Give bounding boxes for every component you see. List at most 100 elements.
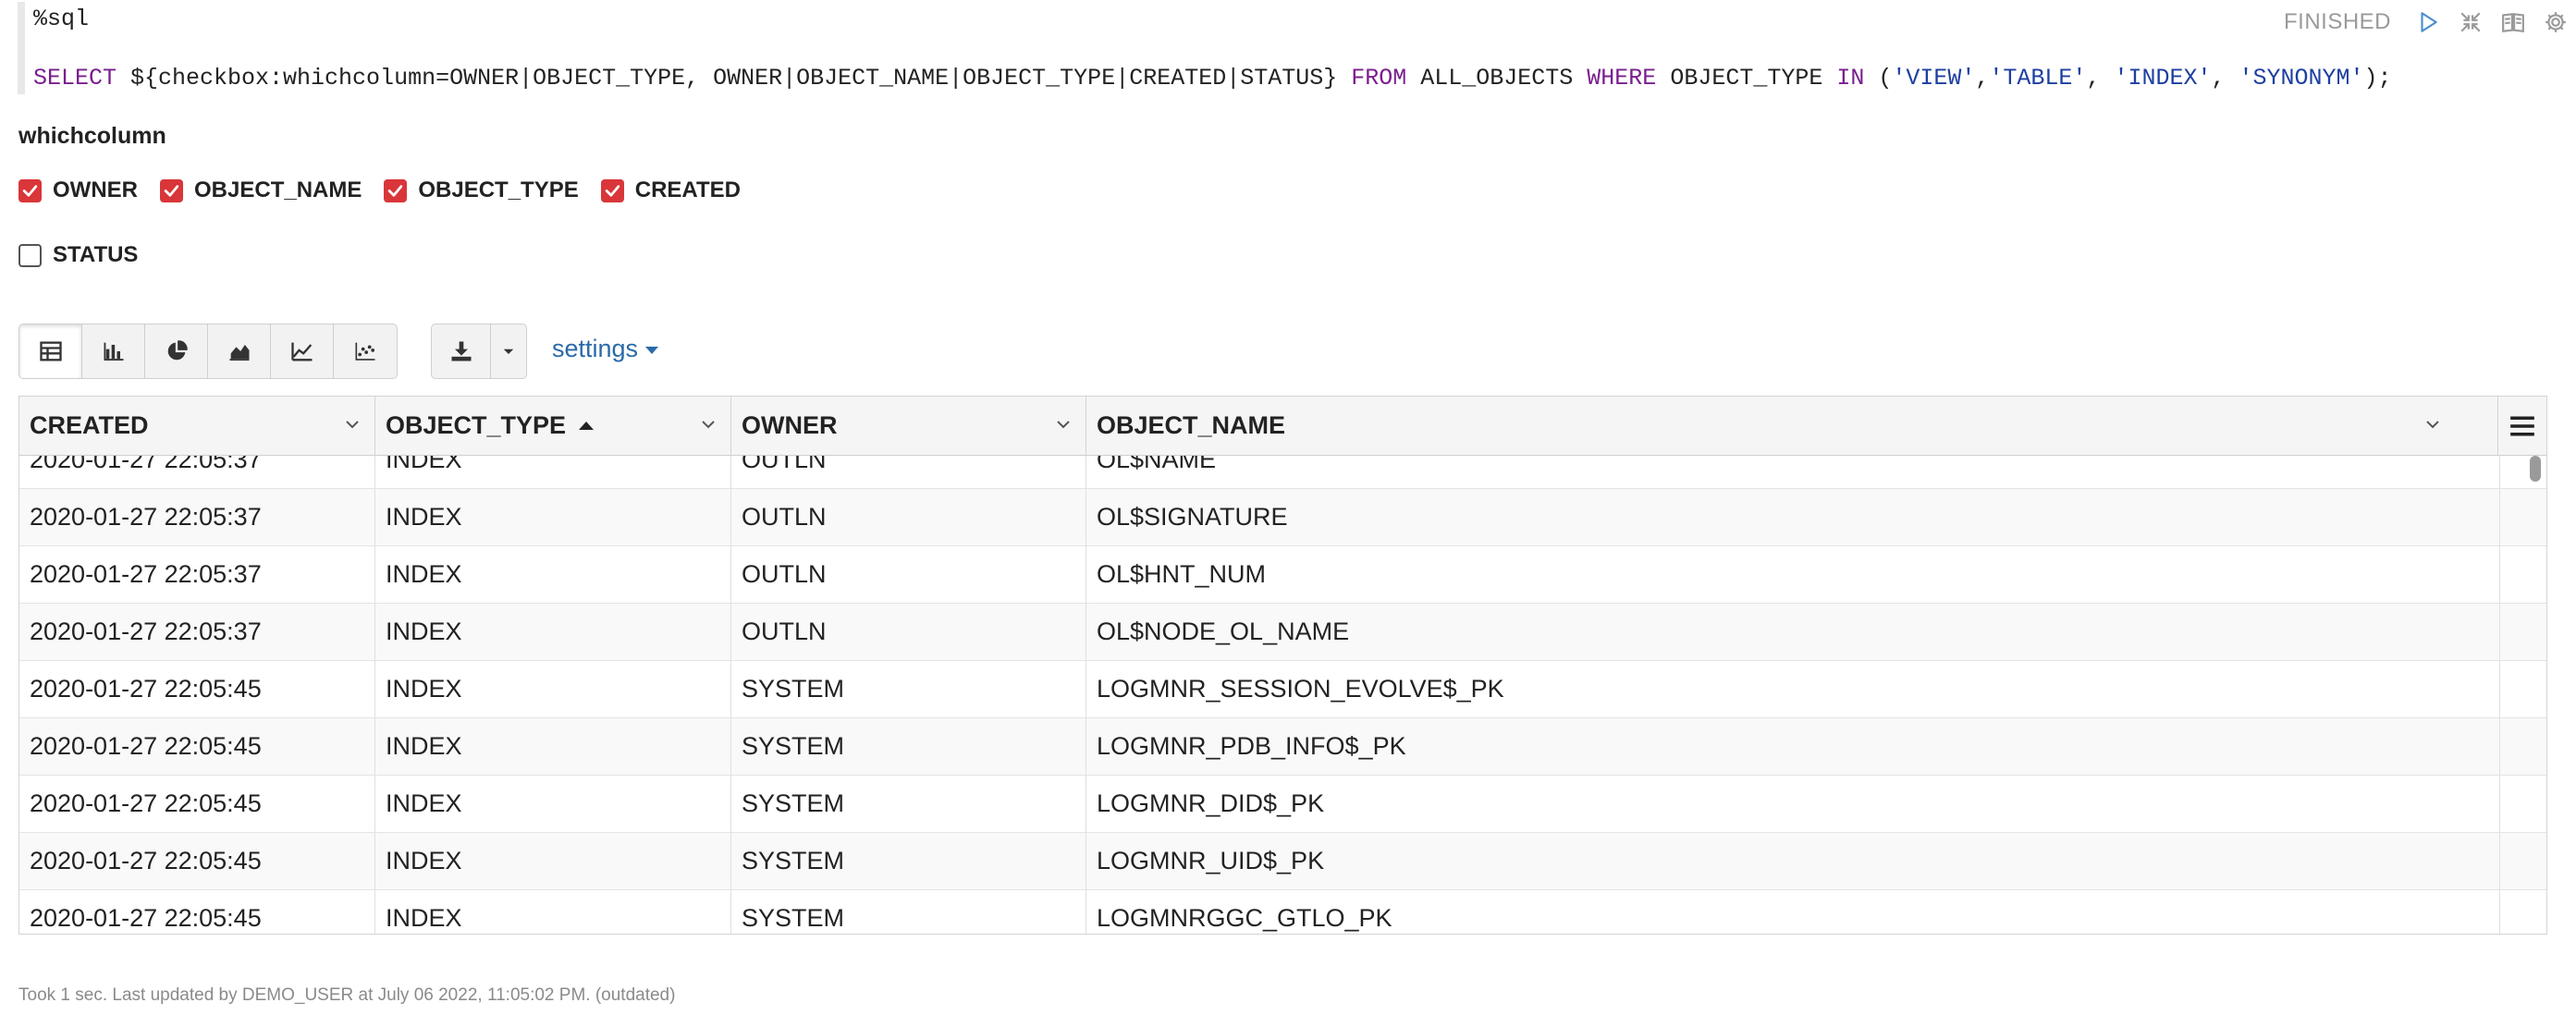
checkbox-unchecked-icon[interactable] (18, 243, 42, 267)
column-menu-chevron-icon[interactable] (1054, 415, 1073, 434)
table-cell: 2020-01-27 22:05:45 (19, 890, 375, 934)
code-token: WHERE (1587, 65, 1657, 92)
line-chart-icon[interactable] (271, 324, 334, 378)
code-token: OBJECT_TYPE (1656, 65, 1837, 92)
table-row[interactable]: 2020-01-27 22:05:37 INDEX OUTLN OL$NODE_OL_… (19, 604, 2546, 661)
table-cell: 2020-01-27 22:05:45 (19, 776, 375, 832)
checkbox-owner[interactable]: OWNER (18, 177, 138, 203)
table-row[interactable]: 2020-01-27 22:05:45 INDEX SYSTEM LOGMNR_PDB… (19, 718, 2546, 776)
vertical-scrollbar[interactable] (2530, 456, 2541, 482)
code-line-query[interactable]: SELECT ${checkbox:whichcolumn=OWNER|OBJE… (33, 65, 2392, 92)
table-row[interactable]: 2020-01-27 22:05:45 INDEX SYSTEM LOGMNRGGC_… (19, 890, 2546, 934)
table-cell: OL$NAME (1086, 456, 2500, 488)
code-token: ${checkbox:whichcolumn=OWNER|OBJECT_TYPE… (117, 65, 1352, 92)
code-token: ALL_OBJECTS (1406, 65, 1588, 92)
column-header-owner[interactable]: OWNER (731, 397, 1086, 455)
table-row[interactable]: 2020-01-27 22:05:45 INDEX SYSTEM LOGMNR_SES… (19, 661, 2546, 718)
column-menu-chevron-icon[interactable] (699, 415, 718, 434)
table-cell: SYSTEM (731, 833, 1086, 889)
column-menu-chevron-icon[interactable] (2423, 415, 2442, 434)
table-cell: LOGMNR_DID$_PK (1086, 776, 2500, 832)
table-cell: 2020-01-27 22:05:45 (19, 661, 375, 717)
table-cell: SYSTEM (731, 718, 1086, 775)
book-icon[interactable] (2500, 9, 2526, 35)
grid-body[interactable]: 2020-01-27 22:05:37 INDEX OUTLN OL$NAME 2020… (19, 456, 2546, 934)
status-text: FINISHED (2283, 9, 2391, 34)
table-cell: 2020-01-27 22:05:37 (19, 604, 375, 660)
scatter-chart-icon[interactable] (334, 324, 397, 378)
column-header-object-name[interactable]: OBJECT_NAME (1086, 397, 2500, 455)
table-cell: INDEX (375, 456, 731, 488)
checkbox-label: OWNER (53, 177, 138, 202)
table-cell: 2020-01-27 22:05:45 (19, 833, 375, 889)
table-row[interactable]: 2020-01-27 22:05:37 INDEX OUTLN OL$SIGNATUR… (19, 489, 2546, 546)
download-icon[interactable] (432, 324, 491, 378)
table-icon[interactable] (19, 324, 82, 378)
table-cell: SYSTEM (731, 776, 1086, 832)
table-row[interactable]: 2020-01-27 22:05:37 INDEX OUTLN OL$HNT_NUM (19, 546, 2546, 604)
checkbox-label: CREATED (634, 177, 741, 202)
column-header-label: OBJECT_TYPE (386, 411, 595, 440)
code-token: ); (2363, 65, 2392, 92)
chevron-down-icon[interactable] (491, 324, 526, 378)
table-cell: OL$NODE_OL_NAME (1086, 604, 2500, 660)
settings-toggle[interactable]: settings (552, 335, 659, 363)
table-row[interactable]: 2020-01-27 22:05:45 INDEX SYSTEM LOGMNR_DID… (19, 776, 2546, 833)
code-token: 'VIEW' (1892, 65, 1976, 92)
table-row[interactable]: 2020-01-27 22:05:37 INDEX OUTLN OL$NAME (19, 456, 2546, 489)
checkbox-object-type[interactable]: OBJECT_TYPE (384, 177, 579, 203)
pie-chart-icon[interactable] (145, 324, 208, 378)
caret-down-icon (645, 347, 659, 354)
checkbox-checked-icon[interactable] (384, 178, 408, 202)
play-icon[interactable] (2415, 9, 2441, 35)
checkbox-created[interactable]: CREATED (600, 177, 741, 203)
checkbox-checked-icon[interactable] (18, 178, 42, 202)
checkbox-checked-icon[interactable] (600, 178, 624, 202)
checkbox-status[interactable]: STATUS (18, 242, 138, 268)
checkbox-label: STATUS (53, 242, 139, 267)
table-cell: INDEX (375, 718, 731, 775)
table-cell: 2020-01-27 22:05:37 (19, 456, 375, 488)
area-chart-icon[interactable] (208, 324, 271, 378)
checkbox-group: OWNER OBJECT_NAME OBJECT_TYPE CREATED (18, 177, 741, 203)
collapse-icon[interactable] (2458, 9, 2484, 35)
checkbox-object-name[interactable]: OBJECT_NAME (160, 177, 362, 203)
table-cell: INDEX (375, 890, 731, 934)
table-cell: SYSTEM (731, 890, 1086, 934)
checkbox-label: OBJECT_NAME (194, 177, 362, 202)
column-menu-chevron-icon[interactable] (343, 415, 362, 434)
checkbox-label: OBJECT_TYPE (418, 177, 579, 202)
table-cell: OL$SIGNATURE (1086, 489, 2500, 545)
column-header-label: OBJECT_NAME (1097, 411, 1285, 440)
column-header-created[interactable]: CREATED (19, 397, 375, 455)
gear-icon[interactable] (2543, 9, 2569, 35)
form-field-label: whichcolumn (18, 123, 166, 149)
code-token: IN (1836, 65, 1865, 92)
code-token: , (2211, 65, 2239, 92)
table-row[interactable]: 2020-01-27 22:05:45 INDEX SYSTEM LOGMNR_UID… (19, 833, 2546, 890)
column-header-text: OWNER (742, 411, 838, 439)
sort-ascending-icon[interactable] (579, 422, 595, 430)
column-header-label: OWNER (742, 411, 838, 440)
settings-label: settings (552, 335, 639, 362)
table-cell: INDEX (375, 489, 731, 545)
checkbox-checked-icon[interactable] (160, 178, 183, 202)
table-cell: LOGMNR_PDB_INFO$_PK (1086, 718, 2500, 775)
table-cell: OUTLN (731, 604, 1086, 660)
column-header-text: OBJECT_TYPE (386, 411, 567, 439)
code-token: 'SYNONYM' (2239, 65, 2364, 92)
table-cell: INDEX (375, 604, 731, 660)
paragraph-footer: Took 1 sec. Last updated by DEMO_USER at… (18, 985, 676, 1005)
column-header-object-type[interactable]: OBJECT_TYPE (375, 397, 731, 455)
column-header-text: OBJECT_NAME (1097, 411, 1286, 439)
grid-menu-icon[interactable] (2497, 397, 2546, 455)
table-cell: LOGMNRGGC_GTLO_PK (1086, 890, 2500, 934)
code-token: , (1975, 65, 1990, 92)
code-token: 'TABLE' (1989, 65, 2087, 92)
table-cell: INDEX (375, 546, 731, 603)
table-cell: INDEX (375, 833, 731, 889)
code-token: 'INDEX' (2114, 65, 2212, 92)
code-line-magic[interactable]: %sql (33, 6, 89, 32)
visualization-button-group (18, 324, 398, 379)
bar-chart-icon[interactable] (82, 324, 145, 378)
